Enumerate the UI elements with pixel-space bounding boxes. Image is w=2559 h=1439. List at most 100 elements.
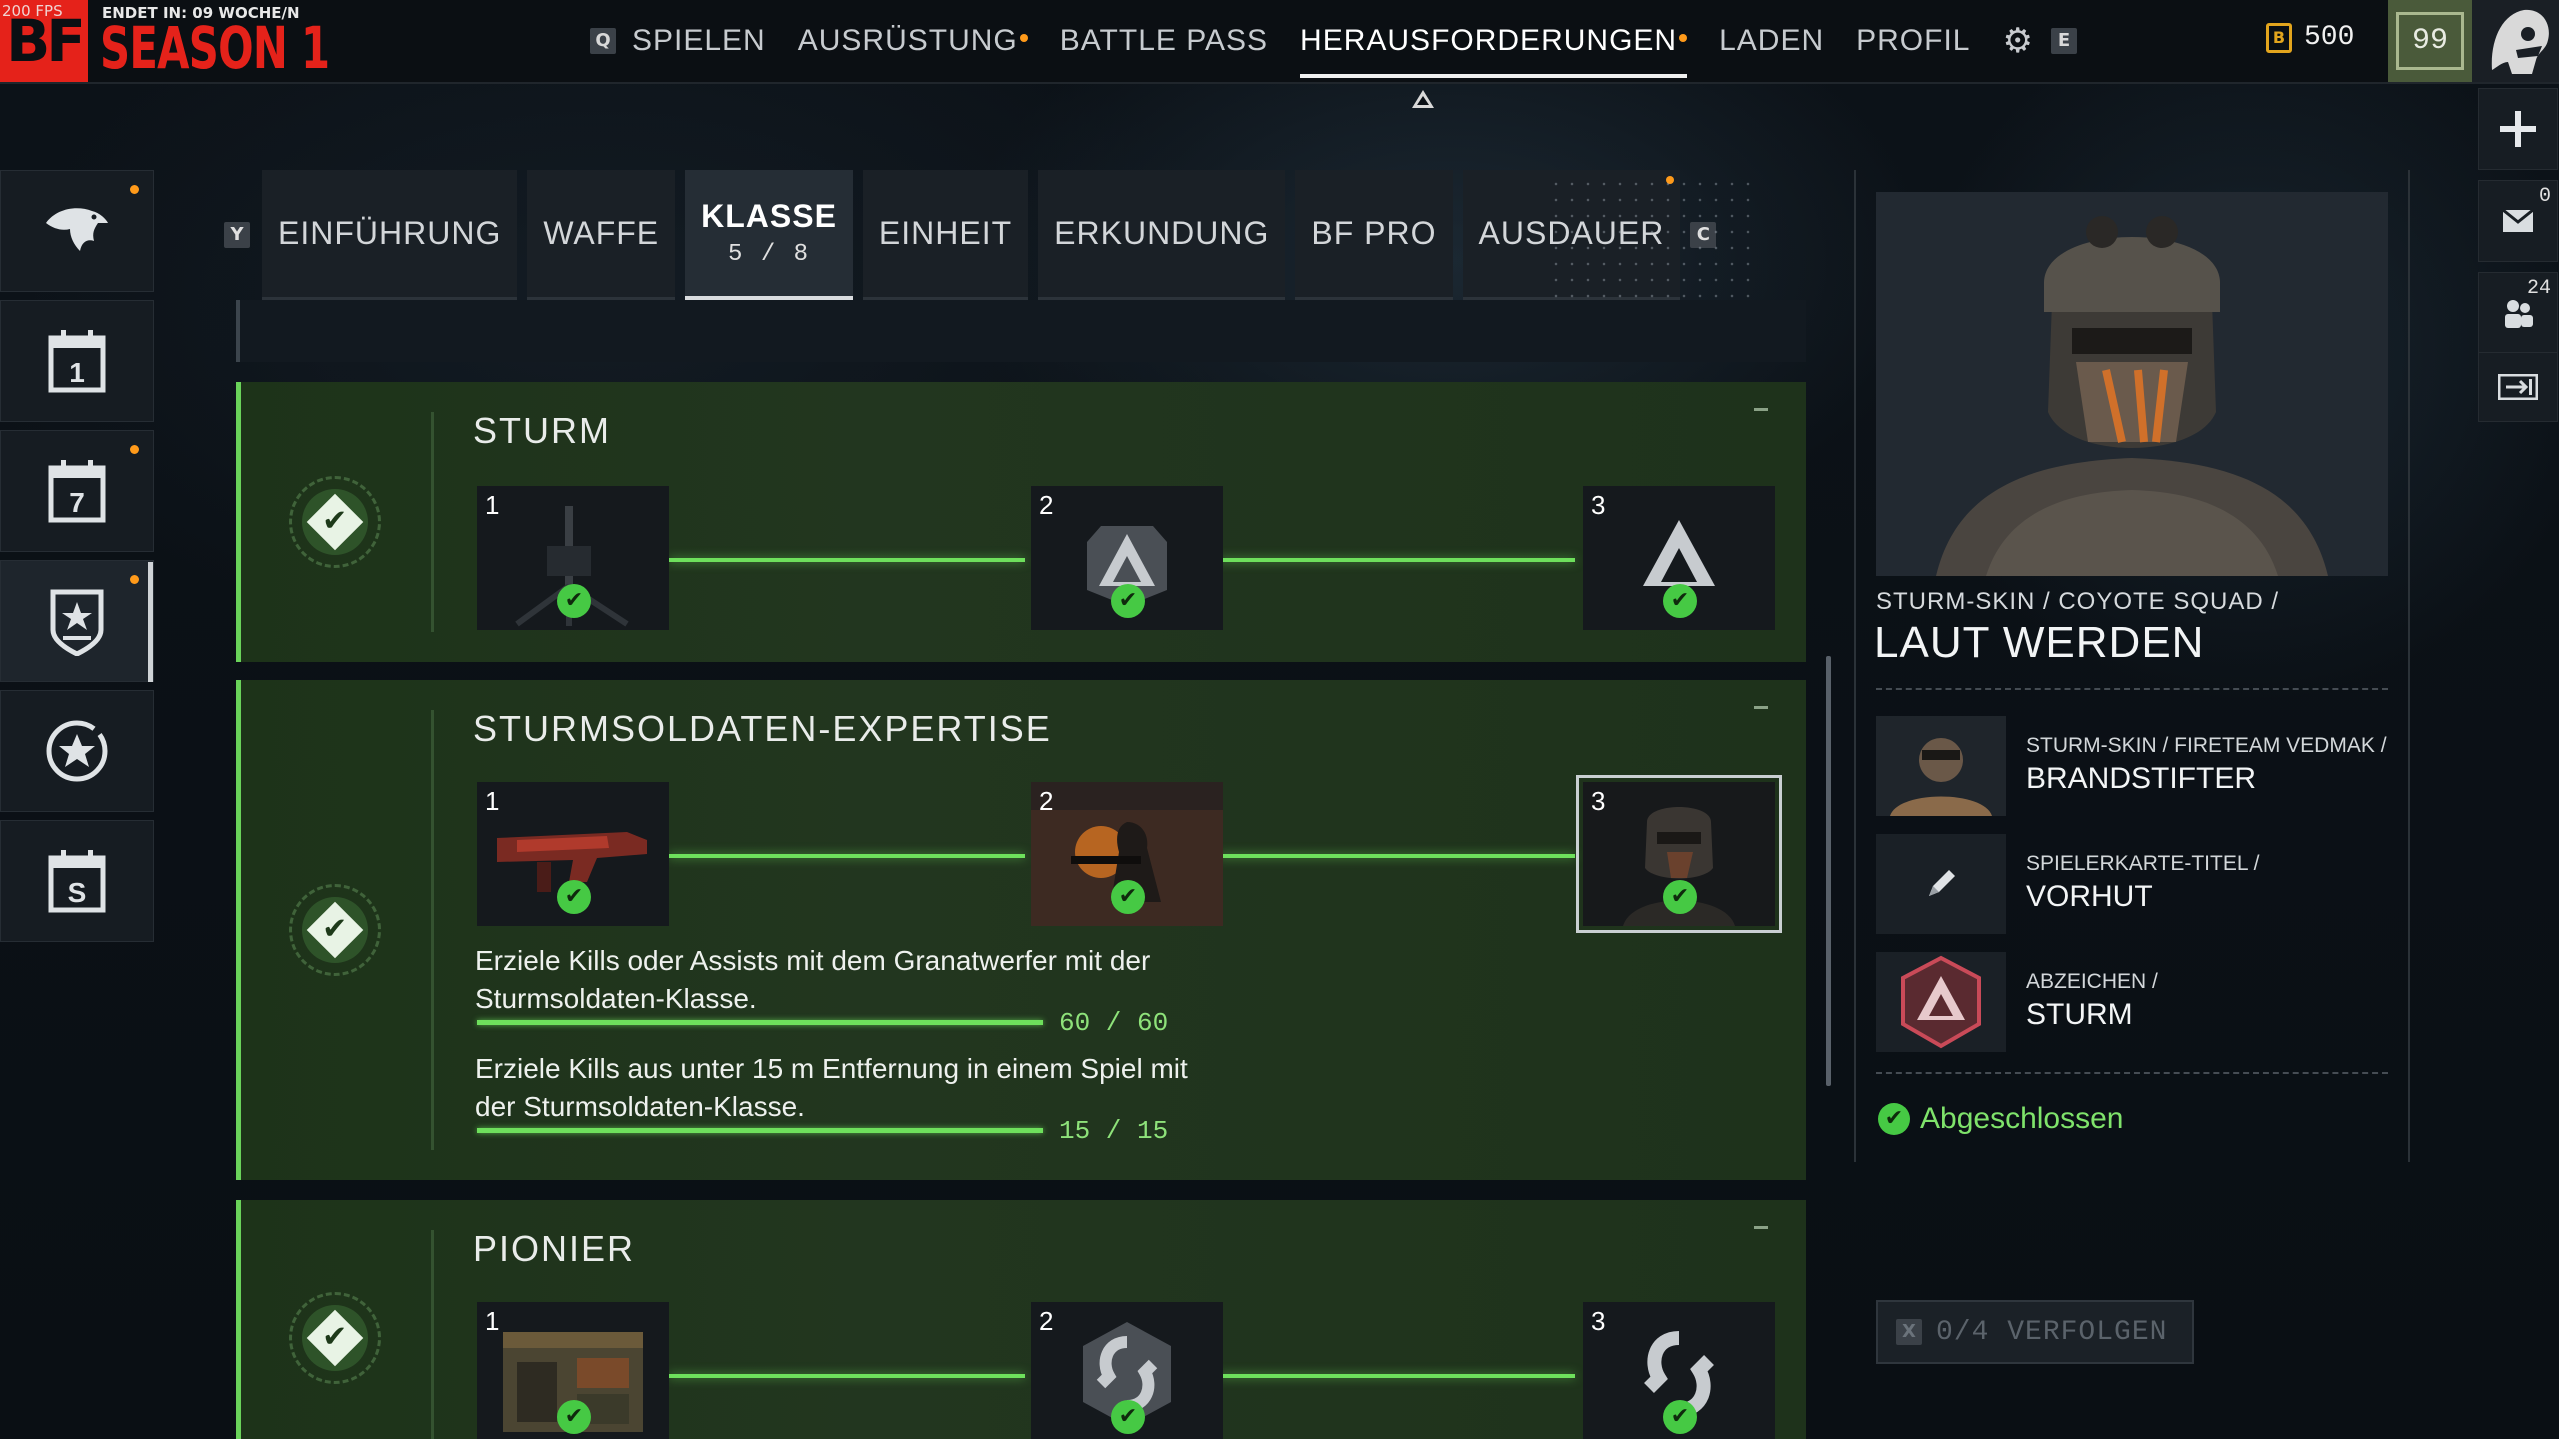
challenge-title: STURM (473, 410, 611, 451)
notification-dot (1019, 34, 1028, 42)
sub-reward-path: STURM-SKIN / FIRETEAM VEDMAK / (2026, 734, 2387, 757)
previous-challenge-card[interactable] (236, 300, 1806, 362)
sub-reward-item[interactable]: STURM-SKIN / FIRETEAM VEDMAK / BRANDSTIF… (1876, 716, 2388, 816)
collapse-dash-icon[interactable] (1754, 1226, 1768, 1229)
nav-ausruestung-label: AUSRÜSTUNG (797, 24, 1018, 57)
soldier-skin-thumb-icon (1876, 716, 2006, 816)
reward-tile[interactable]: 3 ✔ (1583, 1302, 1775, 1439)
mail-button[interactable]: 0 (2478, 180, 2558, 262)
track-button-label: 0/4 VERFOLGEN (1936, 1316, 2168, 1348)
shield-star-icon (50, 589, 104, 656)
rail-mastery-challenges[interactable] (0, 690, 154, 812)
tab-waffe[interactable]: WAFFE (527, 170, 676, 300)
progress-connector (1219, 558, 1575, 562)
collapse-arrow-icon (2498, 374, 2538, 400)
completed-badge-icon: ✔ (289, 1292, 381, 1384)
sub-reward-item[interactable]: ABZEICHEN / STURM (1876, 952, 2388, 1052)
rail-class-challenges[interactable] (0, 560, 154, 682)
calendar-1-icon: 1 (48, 330, 106, 393)
task-progress-bar (477, 1128, 1043, 1133)
sub-reward-name: VORHUT (2026, 880, 2153, 913)
tab-einheit[interactable]: EINHEIT (862, 170, 1029, 300)
player-level-badge[interactable]: 99 (2388, 0, 2472, 82)
tab-label: BF PRO (1311, 215, 1437, 251)
collapse-dash-icon[interactable] (1754, 706, 1768, 709)
reward-number: 2 (1039, 786, 1054, 816)
notification-dot (130, 445, 139, 454)
sub-reward-thumbnail (1876, 716, 2006, 816)
notification-dot (130, 575, 139, 584)
active-section-caret-icon (1412, 90, 1434, 108)
rail-eagle-challenges[interactable] (0, 170, 154, 292)
collapse-panel-button[interactable] (2478, 352, 2558, 422)
progress-connector (1219, 854, 1575, 858)
reward-tile[interactable]: 2 ✔ (1031, 1302, 1223, 1439)
challenge-list[interactable]: STURM ✔ 1 ✔ 2 ✔ 3 ✔ STURMSOLDATEN-EXPERT… (236, 300, 1806, 1439)
progress-connector (669, 854, 1025, 858)
top-bar: BF 200 FPS ENDET IN: 09 WOCHE/N SEASON 1… (0, 0, 2559, 84)
reward-number: 2 (1039, 490, 1054, 520)
add-friend-button[interactable] (2478, 88, 2558, 170)
reward-name: LAUT WERDEN (1874, 618, 2205, 667)
sub-reward-item[interactable]: SPIELERKARTE-TITEL / VORHUT (1876, 834, 2388, 934)
nav-battle-pass[interactable]: BATTLE PASS (1060, 24, 1268, 58)
tab-label: EINFÜHRUNG (278, 215, 502, 251)
track-challenge-button[interactable]: X 0/4 VERFOLGEN (1876, 1300, 2194, 1364)
nav-laden[interactable]: LADEN (1719, 24, 1824, 58)
nav-battle-pass-label: BATTLE PASS (1059, 24, 1269, 57)
nav-laden-label: LADEN (1719, 24, 1825, 57)
reward-number: 3 (1591, 786, 1606, 816)
calendar-7-icon: 7 (48, 460, 106, 523)
reward-claimed-check-icon: ✔ (557, 1400, 591, 1434)
reward-claimed-check-icon: ✔ (1111, 880, 1145, 914)
challenge-card-sturm[interactable]: STURM ✔ 1 ✔ 2 ✔ 3 ✔ (236, 382, 1806, 662)
reward-tile[interactable]: 3 ✔ (1583, 486, 1775, 630)
challenge-card-sturmsoldaten-expertise[interactable]: STURMSOLDATEN-EXPERTISE ✔ 1 ✔ 2 ✔ 3 ✔ Er… (236, 680, 1806, 1180)
currency-display[interactable]: B 500 (2266, 22, 2354, 53)
sub-reward-thumbnail (1876, 834, 2006, 934)
mail-icon (2502, 209, 2534, 232)
svg-text:7: 7 (69, 487, 85, 518)
divider (1876, 1072, 2388, 1074)
nav-ausruestung[interactable]: AUSRÜSTUNG (798, 24, 1028, 58)
reward-tile[interactable]: 2 ✔ (1031, 486, 1223, 630)
task-progress-fill (477, 1020, 1043, 1025)
reward-tile[interactable]: 2 ✔ (1031, 782, 1223, 926)
challenge-title: PIONIER (473, 1228, 636, 1269)
rail-season-challenges[interactable]: S (0, 820, 154, 942)
list-scrollbar[interactable] (1826, 656, 1831, 1086)
rail-weekly-challenges[interactable]: 7 (0, 430, 154, 552)
player-avatar[interactable] (2472, 0, 2559, 82)
tab-einfuehrung[interactable]: EINFÜHRUNG (262, 170, 518, 300)
nav-herausforderungen[interactable]: HERAUSFORDERUNGEN (1300, 24, 1688, 78)
reward-tile-selected[interactable]: 3 ✔ (1576, 775, 1782, 933)
nav-spielen[interactable]: SPIELEN (632, 24, 766, 58)
tab-label: EINHEIT (878, 215, 1013, 251)
completion-status: ✔ Abgeschlossen (1878, 1102, 2123, 1136)
friends-button[interactable]: 24 (2478, 272, 2558, 354)
completed-check-icon: ✔ (1878, 1103, 1910, 1135)
reward-claimed-check-icon: ✔ (557, 880, 591, 914)
tab-bf-pro[interactable]: BF PRO (1295, 170, 1453, 300)
completion-status-text: Abgeschlossen (1920, 1102, 2124, 1135)
rail-daily-challenges[interactable]: 1 (0, 300, 154, 422)
skull-avatar-icon (2472, 0, 2559, 82)
reward-tile[interactable]: 1 ✔ (477, 486, 669, 630)
challenge-card-pionier[interactable]: PIONIER ✔ 1 ✔ 2 ✔ 3 ✔ (236, 1200, 1806, 1439)
task-description: Erziele Kills aus unter 15 m Entfernung … (475, 1053, 1188, 1122)
reward-claimed-check-icon: ✔ (1111, 584, 1145, 618)
settings-gear-icon[interactable]: ⚙ (2002, 21, 2032, 61)
tab-erkundung[interactable]: ERKUNDUNG (1038, 170, 1286, 300)
class-tabs: Y EINFÜHRUNG WAFFE KLASSE 5 / 8 EINHEIT … (224, 170, 1728, 300)
reward-tile[interactable]: 1 ✔ (477, 782, 669, 926)
collapse-dash-icon[interactable] (1754, 408, 1768, 411)
calendar-s-icon: S (48, 850, 106, 913)
nav-profil[interactable]: PROFIL (1856, 24, 1970, 58)
fps-counter: 200 FPS (2, 2, 63, 20)
tab-klasse[interactable]: KLASSE 5 / 8 (685, 170, 853, 300)
notification-dot (1679, 34, 1688, 42)
tab-label: KLASSE (701, 198, 837, 234)
reward-number: 3 (1591, 490, 1606, 520)
reward-tile[interactable]: 1 ✔ (477, 1302, 669, 1439)
nav-spielen-label: SPIELEN (632, 24, 766, 57)
